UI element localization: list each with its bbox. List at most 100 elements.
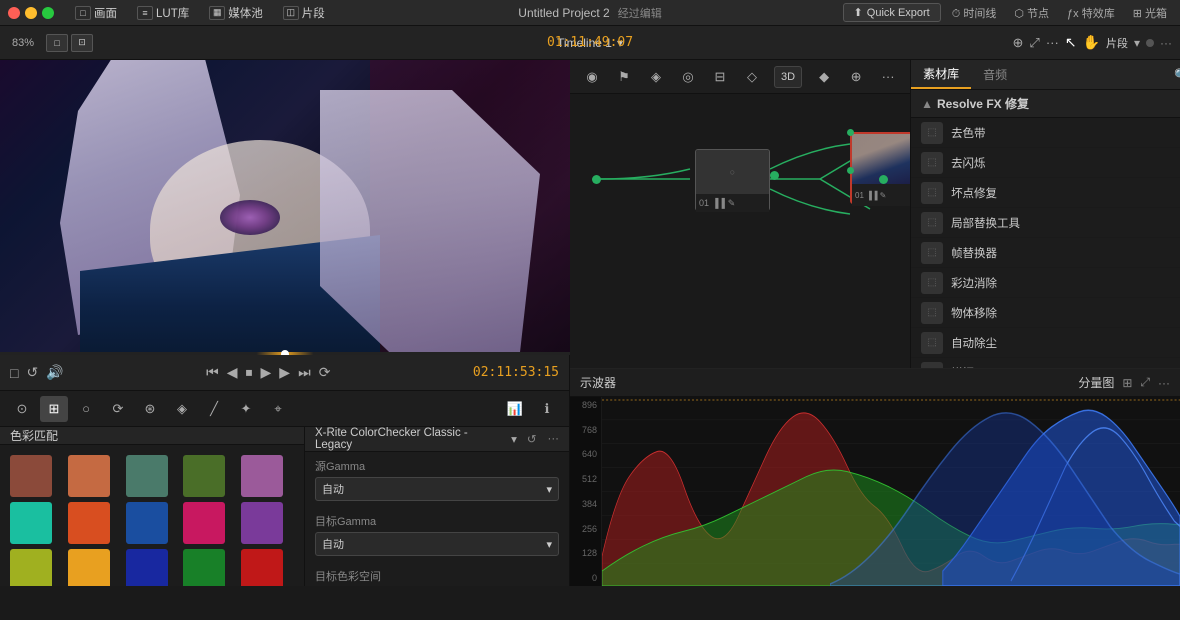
mediapool-icon: ▦	[209, 6, 225, 20]
fx-item-2[interactable]: ⬚ 坏点修复 ★	[911, 178, 1180, 208]
scope-fit-icon[interactable]: ⤢	[1140, 375, 1150, 390]
alpha-icon[interactable]: ◈	[642, 64, 670, 90]
fx-item-5[interactable]: ⬚ 彩边消除	[911, 268, 1180, 298]
tracker-icon[interactable]: ⊕	[842, 64, 870, 90]
menu-item-lut[interactable]: ≡ LUT库	[130, 3, 196, 23]
audio-icon[interactable]: 🔊	[46, 364, 63, 381]
upload-icon: ⬆	[854, 6, 863, 19]
progress-indicator[interactable]	[281, 350, 289, 355]
grid-icon[interactable]: ⊞	[40, 396, 68, 422]
scope-y-labels: 8967686405123842561280	[570, 397, 602, 586]
reset-icon[interactable]: ↺	[527, 432, 537, 446]
maximize-button[interactable]	[42, 7, 54, 19]
fx-item-6[interactable]: ⬚ 物体移除	[911, 298, 1180, 328]
color-picker-icon[interactable]: ⊕	[1013, 35, 1024, 51]
fx-item-7[interactable]: ⬚ 自动除尘 ★	[911, 328, 1180, 358]
info-icon[interactable]: ℹ	[533, 396, 561, 422]
fx-item-4[interactable]: ⬚ 帧替换器	[911, 238, 1180, 268]
prev-frame-icon[interactable]: ◀	[227, 364, 238, 381]
nav-fx[interactable]: ƒx 特效库	[1062, 3, 1120, 23]
color-swatch-2[interactable]	[126, 455, 168, 497]
quick-export-button[interactable]: ⬆ Quick Export	[843, 3, 941, 22]
brush-icon[interactable]: ╱	[200, 396, 228, 422]
more-btn[interactable]: ···	[1160, 36, 1172, 50]
next-frame-icon[interactable]: ▶	[279, 364, 290, 381]
flag-icon[interactable]: ⚑	[610, 64, 638, 90]
color-swatch-4[interactable]	[241, 455, 283, 497]
play-icon[interactable]: ▶	[261, 364, 272, 381]
key-icon[interactable]: ⌖	[264, 396, 292, 422]
color-swatch-11[interactable]	[68, 549, 110, 586]
source-gamma-select[interactable]: 自动 ▾	[315, 477, 559, 501]
fx-item-1[interactable]: ⬚ 去闪烁	[911, 148, 1180, 178]
tab-asset-library[interactable]: 素材库	[911, 60, 971, 89]
color-swatch-10[interactable]	[10, 549, 52, 586]
color-swatch-1[interactable]	[68, 455, 110, 497]
menu-item-clips[interactable]: ◫ 片段	[276, 3, 332, 23]
comp-icon[interactable]: ◇	[738, 64, 766, 90]
node-layer-icon[interactable]: ⊟	[706, 64, 734, 90]
target-gamma-select[interactable]: 自动 ▾	[315, 532, 559, 556]
blue-waveform-overlay	[830, 397, 1180, 586]
fx-item-0[interactable]: ⬚ 去色带	[911, 118, 1180, 148]
scope-icon[interactable]: 📊	[501, 396, 529, 422]
fx-item-name-6: 物体移除	[951, 305, 1179, 321]
repeat-icon[interactable]: ⟳	[319, 364, 331, 381]
more-options-icon[interactable]: ···	[1046, 35, 1059, 50]
magic-mask-icon[interactable]: ◈	[168, 396, 196, 422]
scope-grid-icon[interactable]: ⊞	[1122, 376, 1132, 390]
fit-icon[interactable]: ⤢	[1029, 35, 1039, 51]
node-box-selected[interactable]: 01 ▐▐ ✎	[850, 132, 910, 204]
tag-icon[interactable]: ◎	[674, 64, 702, 90]
nav-lightbox[interactable]: ⊞ 光箱	[1128, 3, 1172, 23]
scope-more-icon[interactable]: ···	[1158, 376, 1170, 390]
3d-toggle[interactable]: 3D	[774, 66, 802, 88]
loop-icon[interactable]: ↺	[26, 364, 38, 381]
color-swatch-5[interactable]	[10, 502, 52, 544]
paint-icon[interactable]: ◆	[810, 64, 838, 90]
color-swatch-13[interactable]	[183, 549, 225, 586]
color-swatch-6[interactable]	[68, 502, 110, 544]
nav-timeline[interactable]: ⏱ 时间线	[947, 3, 1002, 23]
fx-item-8[interactable]: ⬚ 锐振	[911, 358, 1180, 368]
color-swatch-12[interactable]	[126, 549, 168, 586]
chevron-up-icon[interactable]: ▲	[921, 97, 933, 111]
menu-item-mediapool[interactable]: ▦ 媒体池	[202, 3, 270, 23]
viewer-mode-btn[interactable]: □	[46, 34, 68, 52]
fx-search-icon[interactable]: 🔍	[1174, 68, 1180, 82]
color-swatch-8[interactable]	[183, 502, 225, 544]
color-swatch-14[interactable]	[241, 549, 283, 586]
color-swatch-3[interactable]	[183, 455, 225, 497]
node-box-main[interactable]: ○ 01 ▐▐ ✎	[695, 149, 770, 211]
menu-item-canvas[interactable]: □ 画面	[68, 3, 124, 23]
source-clip-icon[interactable]: ◉	[578, 64, 606, 90]
person-icon[interactable]: ⊛	[136, 396, 164, 422]
circle-icon[interactable]: ○	[72, 396, 100, 422]
stop-icon[interactable]: ⏹	[246, 364, 253, 381]
video-preview[interactable]	[0, 60, 570, 355]
color-wheel-icon[interactable]: ⊙	[8, 396, 36, 422]
more-node-icon[interactable]: ···	[874, 64, 902, 90]
blur-icon[interactable]: ✦	[232, 396, 260, 422]
cursor-tool[interactable]: ↖	[1065, 34, 1077, 51]
minimize-button[interactable]	[25, 7, 37, 19]
fx-item-icon-3: ⬚	[921, 212, 943, 234]
viewer-scale-btn[interactable]: ⊡	[71, 34, 93, 52]
close-button[interactable]	[8, 7, 20, 19]
view-options-icon[interactable]: □	[10, 365, 18, 381]
skip-start-icon[interactable]: ⏮	[206, 364, 219, 381]
chevron-down-icon2[interactable]: ▾	[1134, 36, 1140, 50]
node-final-output-dot	[879, 175, 888, 184]
chevron-down-icon3[interactable]: ▾	[511, 432, 517, 446]
skip-end-icon[interactable]: ⏭	[298, 364, 311, 381]
more-options-btn2[interactable]: ···	[548, 433, 560, 445]
color-swatch-0[interactable]	[10, 455, 52, 497]
canvas-icon: □	[75, 6, 91, 20]
fx-item-3[interactable]: ⬚ 局部替换工具 ★	[911, 208, 1180, 238]
nav-node[interactable]: ⬡ 节点	[1009, 3, 1054, 23]
color-swatch-7[interactable]	[126, 502, 168, 544]
curve-icon[interactable]: ⟳	[104, 396, 132, 422]
hand-tool[interactable]: ✋	[1083, 34, 1100, 51]
tab-audio[interactable]: 音频	[971, 60, 1019, 89]
color-swatch-9[interactable]	[241, 502, 283, 544]
